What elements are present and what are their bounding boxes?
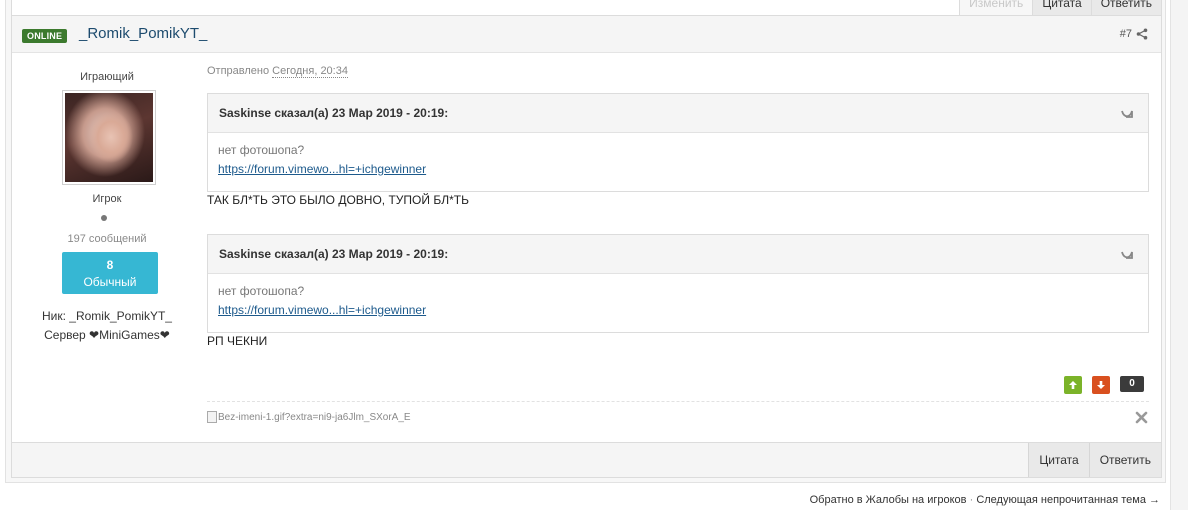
author-group: Игрок [92, 193, 122, 205]
quote-button-previous[interactable]: Цитата [1032, 0, 1090, 15]
post-meta-prefix: Отправлено [207, 65, 270, 77]
reply-button[interactable]: Ответить [1088, 443, 1161, 477]
quote-link[interactable]: https://forum.vimewo...hl=+ichgewinner [218, 303, 426, 317]
signature-divider [207, 401, 1149, 402]
next-unread-topic-link[interactable]: Следующая непрочитанная тема → [976, 494, 1160, 506]
quote-body: нет фотошопа? https://forum.vimewo...hl=… [208, 133, 1148, 191]
post-wrapper: Изменить Цитата Ответить ONLINE _Romik_P… [5, 0, 1166, 483]
quote-citation: Saskinse сказал(а) 23 Мар 2019 - 20:19: [219, 247, 449, 261]
quote-text: нет фотошопа? [218, 143, 305, 157]
signature-image: Bez-imeni-1.gif?extra=ni9-ja6Jlm_SXorA_E [207, 411, 411, 423]
arrow-down-icon [1097, 381, 1105, 389]
close-icon[interactable] [1135, 411, 1148, 424]
quote-button[interactable]: Цитата [1028, 443, 1089, 477]
quote-text: нет фотошопа? [218, 284, 305, 298]
quote-arrow-icon[interactable] [1120, 249, 1134, 261]
arrow-up-icon [1069, 381, 1077, 389]
reputation-badge: 8 Обычный [62, 252, 158, 294]
reputation-count: 8 [106, 258, 114, 272]
back-to-forum-link[interactable]: Обратно в Жалобы на игроков [810, 494, 967, 506]
avatar-image [65, 93, 153, 182]
post-controls: Цитата Ответить [12, 442, 1161, 477]
post-meta: Отправлено Сегодня, 20:34 [207, 65, 348, 78]
post-text-line: РП ЧЕКНИ [207, 334, 268, 348]
vote-up-button[interactable] [1064, 376, 1082, 394]
nav-separator: · [969, 494, 974, 506]
post-number-link[interactable]: #7 [1120, 28, 1132, 40]
quote-body: нет фотошопа? https://forum.vimewo...hl=… [208, 274, 1148, 332]
quote-header: Saskinse сказал(а) 23 Мар 2019 - 20:19: [208, 235, 1148, 274]
share-icon[interactable] [1136, 28, 1148, 40]
quote-block: Saskinse сказал(а) 23 Мар 2019 - 20:19: … [207, 93, 1149, 192]
post-date: Сегодня, 20:34 [272, 65, 348, 78]
quote-header: Saskinse сказал(а) 23 Мар 2019 - 20:19: [208, 94, 1148, 133]
bottom-navigation: Обратно в Жалобы на игроков · Следующая … [810, 494, 1160, 506]
reputation-label: Обычный [83, 275, 137, 289]
quote-block: Saskinse сказал(а) 23 Мар 2019 - 20:19: … [207, 234, 1149, 333]
reply-button-previous[interactable]: Ответить [1090, 0, 1161, 15]
signature-image-alt: Bez-imeni-1.gif?extra=ni9-ja6Jlm_SXorA_E [218, 411, 411, 423]
quote-arrow-icon[interactable] [1120, 108, 1134, 120]
post-text-line: ТАК БЛ*ТЬ ЭТО БЫЛО ДОВНО, ТУПОЙ БЛ*ТЬ [207, 193, 469, 207]
previous-post-controls: Изменить Цитата Ответить [959, 0, 1161, 15]
group-dot-icon [101, 215, 107, 221]
nick-field: Ник: _Romik_PomikYT_ [42, 309, 172, 323]
scrollbar-track[interactable] [1170, 0, 1188, 510]
post-controls-group: Цитата Ответить [1028, 443, 1161, 477]
author-title: Играющий [80, 71, 134, 83]
server-field: Сервер ❤MiniGames❤ [44, 328, 170, 342]
author-post-count: 197 сообщений [67, 233, 147, 245]
vote-down-button[interactable] [1092, 376, 1110, 394]
quote-citation: Saskinse сказал(а) 23 Мар 2019 - 20:19: [219, 106, 449, 120]
post-header: ONLINE _Romik_PomikYT_ #7 [12, 15, 1161, 53]
forum-post: Изменить Цитата Ответить ONLINE _Romik_P… [11, 0, 1162, 478]
broken-image-icon [207, 411, 217, 423]
avatar[interactable] [62, 90, 156, 185]
quote-link[interactable]: https://forum.vimewo...hl=+ichgewinner [218, 162, 426, 176]
online-badge: ONLINE [22, 29, 68, 43]
author-name-link[interactable]: _Romik_PomikYT_ [79, 25, 207, 42]
edit-button[interactable]: Изменить [960, 0, 1033, 15]
vote-count: 0 [1120, 376, 1144, 392]
